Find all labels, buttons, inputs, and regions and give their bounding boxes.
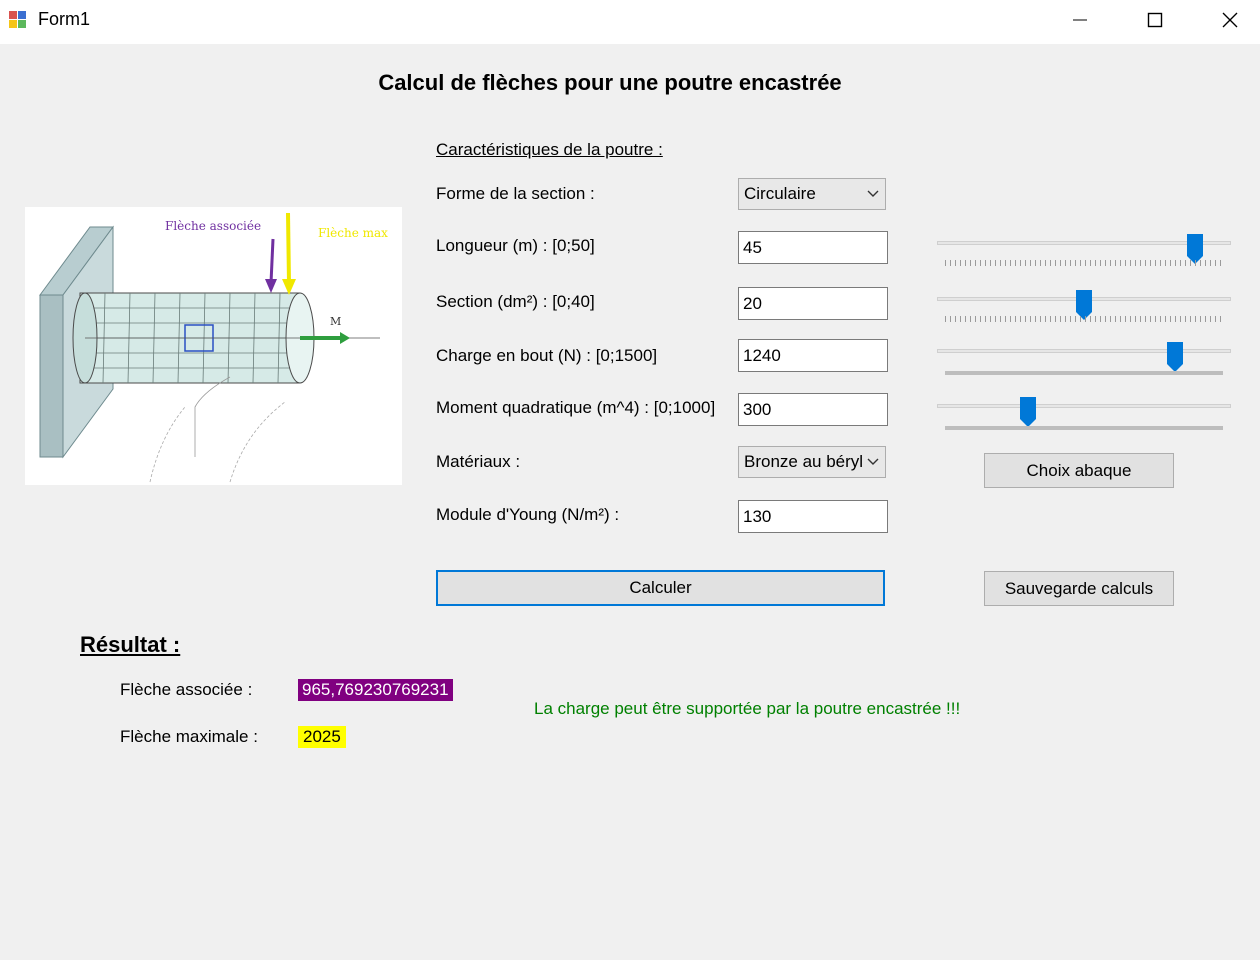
cantilever-beam-illustration: Flèche associée Flèche max M: [39, 212, 388, 483]
choose-abaque-button[interactable]: Choix abaque: [984, 453, 1174, 488]
load-label: Charge en bout (N) : [0;1500]: [436, 346, 658, 365]
max-deflection-value: 2025: [298, 726, 346, 748]
close-icon: [1222, 12, 1238, 28]
slider-track: [937, 349, 1231, 353]
characteristics-heading: Caractéristiques de la poutre :: [436, 140, 663, 159]
section-slider[interactable]: [937, 290, 1231, 330]
slider-thumb[interactable]: [1020, 397, 1037, 427]
window-title: Form1: [38, 9, 91, 29]
young-modulus-label: Module d'Young (N/m²) :: [436, 505, 620, 524]
moment-slider[interactable]: [937, 397, 1231, 437]
material-select[interactable]: Bronze au béryllium: [738, 446, 886, 478]
associated-deflection-label: Flèche associée :: [120, 680, 253, 699]
title-bar: Form1: [0, 0, 1260, 44]
minimize-button[interactable]: [1050, 0, 1110, 40]
result-heading: Résultat :: [80, 632, 181, 657]
chevron-down-icon: [867, 190, 879, 197]
section-shape-label: Forme de la section :: [436, 184, 595, 203]
save-calculations-button[interactable]: Sauvegarde calculs: [984, 571, 1174, 606]
maximize-icon: [1147, 12, 1163, 28]
load-input[interactable]: 1240: [738, 339, 888, 372]
moment-input[interactable]: 300: [738, 393, 888, 426]
moment-label: Moment quadratique (m^4) : [0;1000]: [436, 398, 716, 417]
calculate-button[interactable]: Calculer: [436, 570, 885, 606]
young-modulus-input[interactable]: 130: [738, 500, 888, 533]
status-message: La charge peut être supportée par la pou…: [534, 699, 961, 718]
material-label: Matériaux :: [436, 452, 521, 471]
length-slider[interactable]: [937, 234, 1231, 274]
max-deflection-label: Flèche maximale :: [120, 727, 258, 746]
app-icon: [9, 11, 26, 28]
slider-ticks: [945, 260, 1223, 266]
slider-ticks: [945, 316, 1223, 322]
slider-baseline: [945, 371, 1223, 375]
slider-thumb[interactable]: [1166, 342, 1183, 372]
slider-baseline: [945, 426, 1223, 430]
slider-track: [937, 404, 1231, 408]
associated-deflection-value: 965,769230769231: [298, 679, 453, 701]
chevron-down-icon: [867, 458, 879, 465]
beam-diagram: Flèche associée Flèche max M: [25, 207, 402, 485]
label-max-deflection: Flèche max: [318, 226, 388, 240]
section-shape-value: Circulaire: [744, 184, 816, 203]
length-label: Longueur (m) : [0;50]: [436, 236, 595, 255]
section-shape-select[interactable]: Circulaire: [738, 178, 886, 210]
material-value: Bronze au béryllium: [744, 452, 862, 471]
load-slider[interactable]: [937, 342, 1231, 382]
length-input[interactable]: 45: [738, 231, 888, 264]
section-input[interactable]: 20: [738, 287, 888, 320]
label-associated-deflection: Flèche associée: [165, 219, 261, 233]
label-moment: M: [330, 315, 341, 328]
maximize-button[interactable]: [1125, 0, 1185, 40]
page-title: Calcul de flèches pour une poutre encast…: [378, 70, 842, 95]
section-label: Section (dm²) : [0;40]: [436, 292, 595, 311]
close-button[interactable]: [1200, 0, 1260, 40]
minimize-icon: [1073, 19, 1087, 21]
